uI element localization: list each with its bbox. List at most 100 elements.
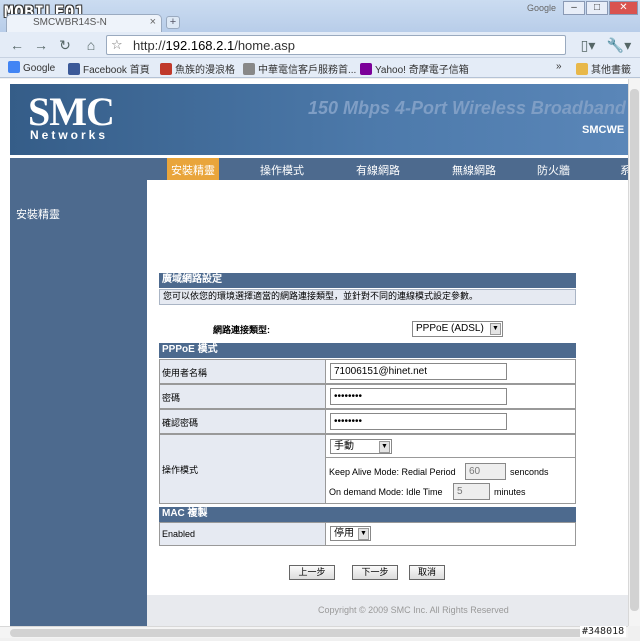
close-window-button[interactable]: ✕ (609, 1, 638, 15)
username-row: 使用者名稱 71006151@hinet.net (159, 359, 576, 384)
horizontal-scroll-thumb[interactable] (10, 629, 614, 637)
mac-clone-section-header: MAC 複製 (159, 507, 576, 522)
bookmark-label: Facebook 首頁 (83, 65, 150, 76)
bookmark-cht[interactable]: 中華電信客戶服務首... (243, 61, 356, 76)
bookmark-label: 中華電信客戶服務首... (258, 65, 357, 76)
chevron-down-icon: ▼ (358, 528, 369, 540)
product-name: 150 Mbps 4-Port Wireless Broadband R (308, 98, 628, 118)
folder-icon (576, 63, 588, 75)
connection-type-value: PPPoE (ADSL) (416, 323, 484, 334)
operation-mode-value: 手動 (334, 441, 354, 452)
minimize-button[interactable]: – (563, 1, 585, 15)
bookmark-label: 魚族的漫浪格 (175, 65, 235, 76)
ondemand-unit: minutes (494, 487, 526, 497)
router-content: 廣域網路設定 您可以依您的環境選擇適當的網路連接類型，並針對不同的連線模式設定參… (147, 180, 628, 626)
nav-system[interactable]: 系 (620, 162, 628, 178)
status-area: #348018 (0, 626, 640, 641)
router-banner: SMC Networks 150 Mbps 4-Port Wireless Br… (10, 84, 628, 155)
page-menu-button[interactable]: ▯▾ (576, 37, 600, 53)
bookmark-label: Google (23, 63, 56, 74)
router-page: SMC Networks 150 Mbps 4-Port Wireless Br… (0, 79, 628, 626)
cancel-button[interactable]: 取消 (409, 565, 445, 580)
password-label: 密碼 (162, 393, 181, 403)
url-text: http://192.168.2.1/home.asp (133, 38, 295, 53)
bookmark-blog[interactable]: 魚族的漫浪格 (160, 61, 235, 76)
back-button[interactable]: ← (8, 37, 26, 53)
yahoo-icon (360, 63, 372, 75)
next-button[interactable]: 下一步 (352, 565, 398, 580)
username-input[interactable]: 71006151@hinet.net (330, 363, 507, 380)
connection-type-select[interactable]: PPPoE (ADSL) ▼ (412, 321, 503, 337)
smc-logo-subtitle: Networks (30, 128, 109, 142)
bookmarks-bar: Google Facebook 首頁 魚族的漫浪格 中華電信客戶服務首... Y… (0, 58, 640, 78)
model-name: SMCWE (582, 124, 625, 136)
previous-button[interactable]: 上一步 (289, 565, 335, 580)
nav-lan[interactable]: 有線網路 (356, 162, 400, 178)
url-path: /home.asp (234, 38, 295, 53)
keepalive-unit: senconds (510, 467, 549, 477)
chevron-down-icon: ▼ (490, 323, 501, 335)
mac-clone-row: Enabled 停用 ▼ (159, 522, 576, 546)
chevron-down-icon: ▼ (379, 441, 390, 453)
confirm-password-label: 確認密碼 (162, 418, 199, 428)
password-input[interactable]: •••••••• (330, 388, 507, 405)
window-user-label: Google (527, 3, 557, 13)
browser-toolbar: ← → ↻ ⌂ ☆ http://192.168.2.1/home.asp ▯▾… (0, 32, 640, 58)
nav-operation-mode[interactable]: 操作模式 (260, 162, 304, 178)
mac-clone-select[interactable]: 停用 ▼ (330, 526, 371, 541)
title-bar: MOBILE01 SMCWBR14S-N × + Google – □ ✕ (0, 0, 640, 32)
new-tab-button[interactable]: + (166, 16, 180, 29)
bookmarks-more-chevron-icon[interactable]: » (556, 61, 562, 72)
router-sidebar: 安裝精靈 (10, 180, 147, 626)
copyright-text: Copyright © 2009 SMC Inc. All Rights Res… (318, 605, 509, 615)
operation-mode-row: 操作模式 手動 ▼ Keep Alive Mode: Redial Period… (159, 434, 576, 504)
operation-mode-label: 操作模式 (162, 465, 199, 475)
mac-clone-label: Enabled (162, 529, 196, 539)
browser-tab[interactable]: SMCWBR14S-N × (6, 14, 162, 32)
nav-wireless[interactable]: 無線網路 (452, 162, 496, 178)
url-scheme: http:// (133, 38, 166, 53)
router-footer: Copyright © 2009 SMC Inc. All Rights Res… (147, 595, 628, 626)
ondemand-label: On demand Mode: Idle Time (329, 487, 443, 497)
router-nav: 安裝精靈 操作模式 有線網路 無線網路 防火牆 系 (10, 158, 628, 180)
confirm-password-input[interactable]: •••••••• (330, 413, 507, 430)
sidebar-item-setup-wizard[interactable]: 安裝精靈 (16, 206, 60, 222)
page-icon (243, 63, 255, 75)
other-bookmarks[interactable]: 其他書籤 (576, 61, 631, 76)
pppoe-section-header: PPPoE 模式 (159, 343, 576, 358)
url-host: 192.168.2.1 (165, 38, 235, 53)
username-label: 使用者名稱 (162, 368, 208, 378)
connection-type-label: 網路連接類型: (213, 325, 270, 335)
keepalive-label: Keep Alive Mode: Redial Period (329, 467, 456, 477)
other-bookmarks-label: 其他書籤 (591, 65, 631, 76)
forward-button[interactable]: → (32, 37, 50, 53)
horizontal-scrollbar[interactable] (0, 626, 628, 638)
reload-button[interactable]: ↻ (56, 37, 74, 53)
tools-menu-button[interactable]: 🔧▾ (606, 37, 632, 53)
google-icon (8, 61, 20, 73)
page-icon (160, 63, 172, 75)
confirm-password-row: 確認密碼 •••••••• (159, 409, 576, 434)
facebook-icon (68, 63, 80, 75)
password-row: 密碼 •••••••• (159, 384, 576, 409)
tab-title: SMCWBR14S-N (33, 17, 107, 28)
bookmark-facebook[interactable]: Facebook 首頁 (68, 61, 150, 76)
nav-setup-wizard[interactable]: 安裝精靈 (171, 162, 215, 178)
home-button[interactable]: ⌂ (82, 37, 100, 53)
watermark-id: #348018 (580, 626, 627, 637)
mac-clone-value: 停用 (334, 528, 354, 539)
address-bar[interactable]: ☆ http://192.168.2.1/home.asp (106, 35, 566, 55)
idle-time-input[interactable]: 5 (453, 483, 490, 500)
bookmark-google[interactable]: Google (8, 61, 55, 74)
vertical-scrollbar[interactable] (628, 79, 640, 626)
bookmark-yahoo[interactable]: Yahoo! 奇摩電子信箱 (360, 61, 469, 76)
maximize-button[interactable]: □ (586, 1, 608, 15)
star-icon[interactable]: ☆ (111, 37, 123, 53)
tab-close-icon[interactable]: × (150, 16, 156, 28)
redial-period-input[interactable]: 60 (465, 463, 506, 480)
wan-section-title: 廣域網路設定 (159, 273, 576, 288)
nav-firewall[interactable]: 防火牆 (537, 162, 570, 178)
operation-mode-select[interactable]: 手動 ▼ (330, 439, 392, 454)
bookmark-label: Yahoo! 奇摩電子信箱 (375, 65, 469, 76)
vertical-scroll-thumb[interactable] (630, 89, 639, 611)
